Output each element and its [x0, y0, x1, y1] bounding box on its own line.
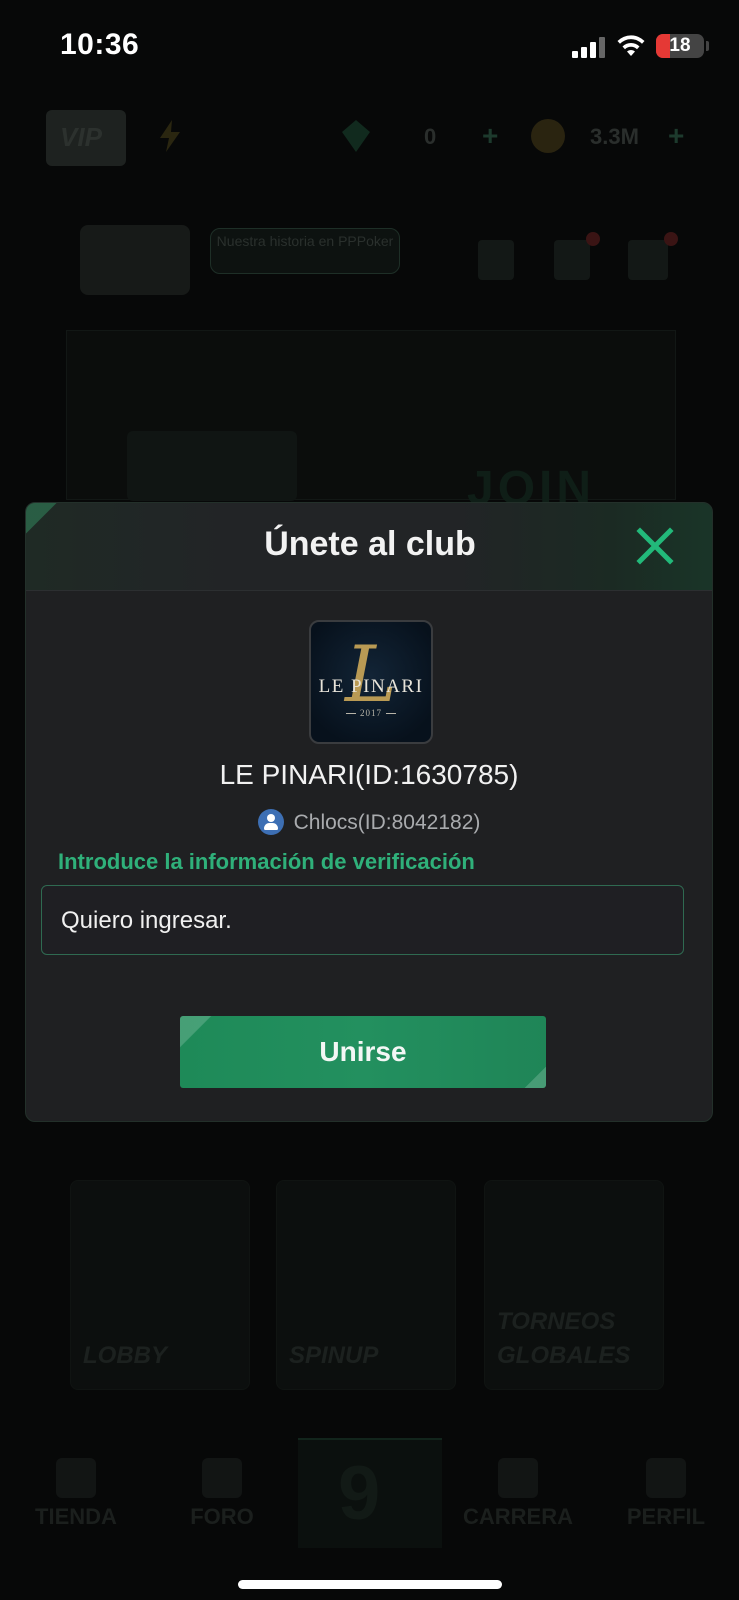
close-icon[interactable] [632, 523, 678, 569]
status-bar: 10:36 18 [0, 0, 739, 96]
owner-name: Chlocs(ID:8042182) [293, 811, 481, 834]
wifi-icon [617, 35, 645, 56]
join-button-label: Unirse [319, 1036, 407, 1067]
club-name: LE PINARI(ID:1630785) [219, 759, 519, 790]
club-owner: Chlocs(ID:8042182) [26, 809, 712, 835]
battery-cap [706, 41, 709, 51]
verification-input[interactable]: Quiero ingresar. [41, 885, 684, 955]
club-logo-name: LE PINARI [318, 676, 424, 697]
verification-label: Introduce la información de verificación [58, 849, 475, 874]
club-logo-initial: L [345, 630, 397, 720]
button-sheen-corner [516, 1058, 546, 1088]
join-button[interactable]: Unirse [180, 1016, 546, 1088]
dialog-header: Únete al club [26, 503, 712, 591]
club-logo: L LE PINARI 2017 [309, 620, 433, 744]
user-icon [257, 809, 284, 835]
dialog-title: Únete al club [264, 525, 476, 563]
cellular-signal-icon [572, 36, 606, 58]
status-time: 10:36 [60, 28, 140, 61]
app-screen: VIP 15 0 + 3.3M + Nuestra historia en PP… [0, 0, 739, 1600]
join-club-dialog: Únete al club L LE PINARI 2017 LE PINARI… [25, 502, 713, 1122]
battery-icon: 18 [656, 34, 704, 58]
battery-level: 18 [669, 35, 691, 56]
home-indicator[interactable] [238, 1580, 502, 1589]
button-sheen [180, 1016, 224, 1060]
club-logo-year: 2017 [311, 708, 431, 718]
